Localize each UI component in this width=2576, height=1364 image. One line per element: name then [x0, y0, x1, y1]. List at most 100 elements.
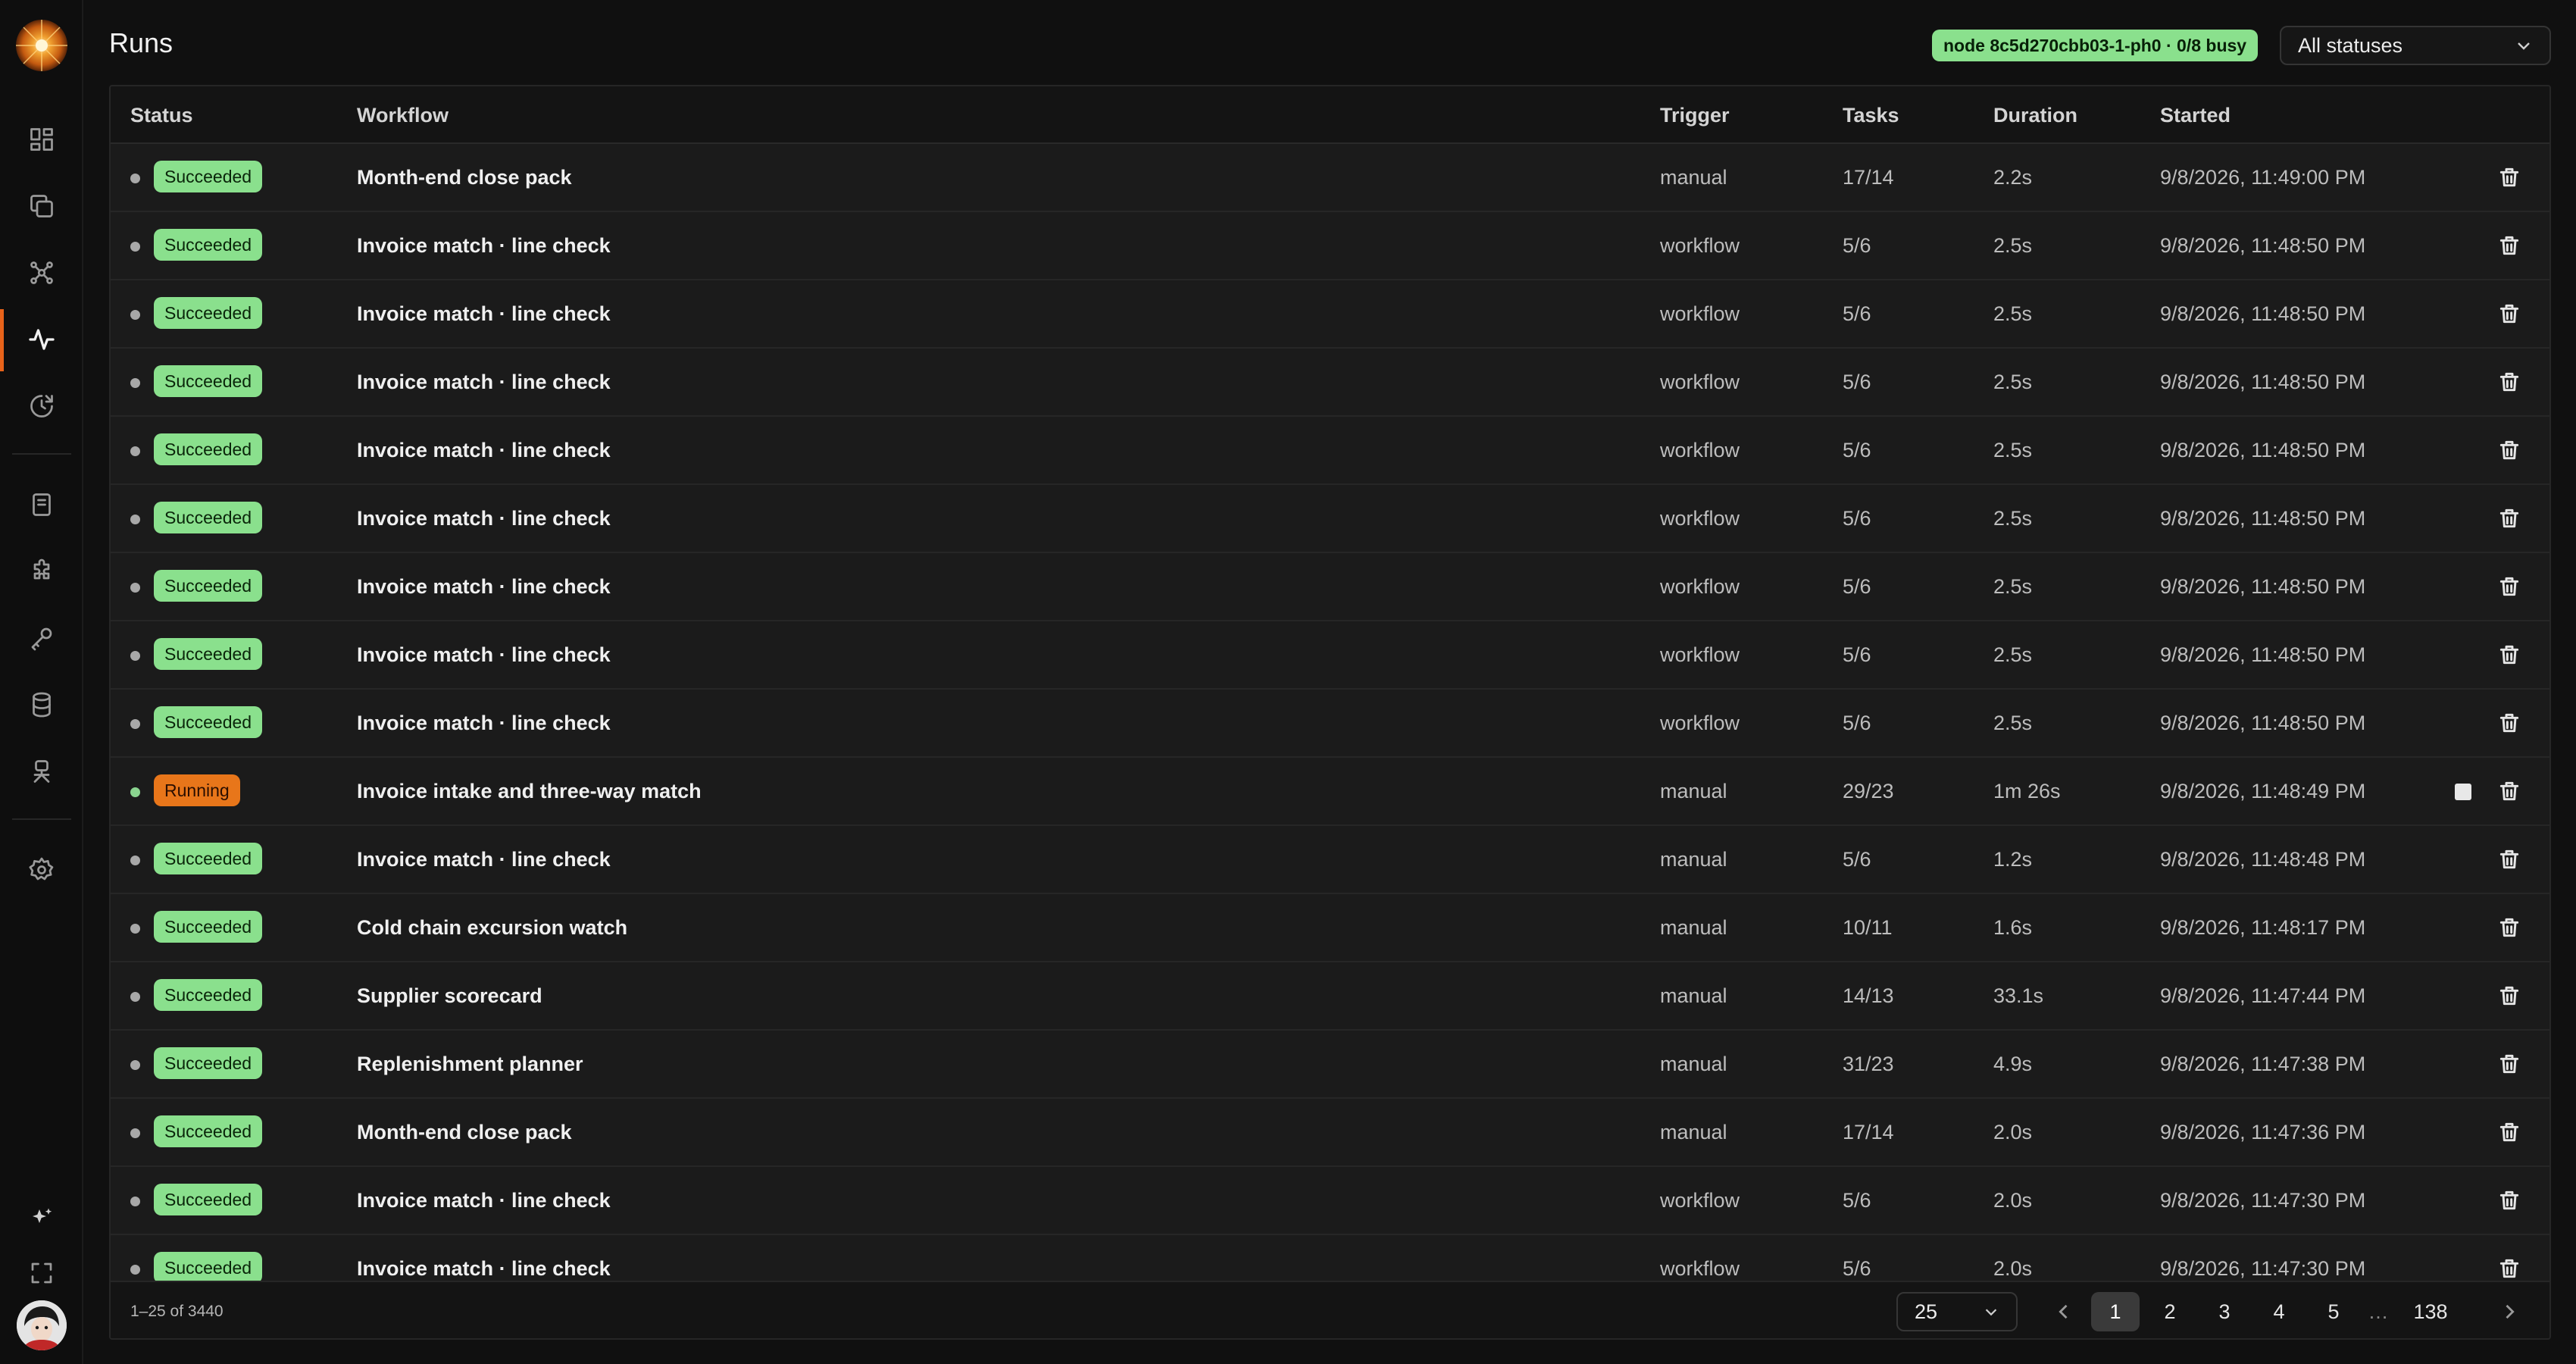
delete-run-button[interactable] [2497, 779, 2521, 803]
column-header-tasks[interactable]: Tasks [1843, 86, 1899, 144]
table-row[interactable]: Succeeded Cold chain excursion watch manua… [111, 894, 2549, 962]
next-page-button[interactable] [2499, 1301, 2520, 1322]
delete-run-button[interactable] [2497, 233, 2521, 258]
started-value: 9/8/2026, 11:47:36 PM [2160, 1121, 2366, 1143]
table-row[interactable]: Succeeded Invoice match · line check manua… [111, 826, 2549, 894]
nav-dashboard[interactable] [25, 123, 58, 156]
delete-run-button[interactable] [2497, 438, 2521, 462]
workflow-name[interactable]: Invoice match · line check [357, 1167, 611, 1234]
workflow-name[interactable]: Invoice match · line check [357, 485, 611, 552]
column-header-duration[interactable]: Duration [1993, 86, 2077, 144]
delete-run-button[interactable] [2497, 711, 2521, 735]
workflow-name[interactable]: Replenishment planner [357, 1031, 583, 1097]
trigger-value: manual [1660, 916, 1727, 939]
nav-runs[interactable] [25, 323, 58, 356]
status-dot [130, 856, 140, 865]
workflow-name[interactable]: Invoice match · line check [357, 212, 611, 279]
nav-agents[interactable] [25, 755, 58, 788]
stop-run-button[interactable] [2455, 784, 2471, 800]
delete-run-button[interactable] [2497, 643, 2521, 667]
page-button-last[interactable]: 138 [2400, 1292, 2461, 1331]
table-row[interactable]: Succeeded Invoice match · line check workf… [111, 417, 2549, 485]
started-value: 9/8/2026, 11:47:44 PM [2160, 984, 2366, 1007]
nav-docs[interactable] [25, 488, 58, 521]
delete-run-button[interactable] [2497, 915, 2521, 940]
delete-run-button[interactable] [2497, 302, 2521, 326]
started-value: 9/8/2026, 11:49:00 PM [2160, 166, 2366, 189]
nav-keys[interactable] [25, 621, 58, 655]
page-button-4[interactable]: 4 [2255, 1292, 2303, 1331]
workflow-name[interactable]: Month-end close pack [357, 144, 572, 211]
gear-icon [29, 857, 54, 881]
previous-page-button[interactable] [2053, 1301, 2074, 1322]
column-header-status[interactable]: Status [130, 86, 193, 144]
nav-data[interactable] [25, 688, 58, 721]
table-row[interactable]: Succeeded Invoice match · line check workf… [111, 485, 2549, 553]
page-size-select[interactable]: 25 [1896, 1292, 2018, 1331]
delete-run-button[interactable] [2497, 165, 2521, 189]
started-value: 9/8/2026, 11:48:50 PM [2160, 643, 2366, 666]
table-row[interactable]: Succeeded Supplier scorecard manual 14/13 33… [111, 962, 2549, 1031]
status-badge: Succeeded [154, 570, 263, 602]
delete-run-button[interactable] [2497, 847, 2521, 871]
network-icon [30, 261, 53, 284]
delete-run-button[interactable] [2497, 1188, 2521, 1212]
duration-value: 4.9s [1993, 1053, 2033, 1075]
workflow-name[interactable]: Invoice match · line check [357, 621, 611, 688]
table-row[interactable]: Succeeded Month-end close pack manual 17/14… [111, 1099, 2549, 1167]
status-filter-select[interactable]: All statuses [2280, 26, 2551, 65]
table-row[interactable]: Succeeded Invoice match · line check workf… [111, 1167, 2549, 1235]
workflow-name[interactable]: Invoice match · line check [357, 417, 611, 483]
page-button-3[interactable]: 3 [2200, 1292, 2249, 1331]
app-logo[interactable] [13, 17, 70, 74]
table-row[interactable]: Succeeded Invoice match · line check workf… [111, 690, 2549, 758]
table-row[interactable]: Succeeded Invoice match · line check workf… [111, 1235, 2549, 1281]
started-value: 9/8/2026, 11:48:50 PM [2160, 371, 2366, 393]
table-row[interactable]: Succeeded Invoice match · line check workf… [111, 212, 2549, 280]
nav-integrations[interactable] [25, 555, 58, 588]
status-dot [130, 1128, 140, 1138]
workflow-name[interactable]: Invoice match · line check [357, 690, 611, 756]
page-button-2[interactable]: 2 [2146, 1292, 2194, 1331]
table-row[interactable]: Succeeded Invoice match · line check workf… [111, 621, 2549, 690]
delete-run-button[interactable] [2497, 984, 2521, 1008]
column-header-workflow[interactable]: Workflow [357, 86, 449, 144]
workflow-name[interactable]: Invoice match · line check [357, 553, 611, 620]
delete-run-button[interactable] [2497, 574, 2521, 599]
column-header-started[interactable]: Started [2160, 86, 2231, 144]
nav-network[interactable] [25, 256, 58, 289]
workflow-name[interactable]: Invoice intake and three-way match [357, 758, 702, 824]
nav-schedules[interactable] [25, 389, 58, 423]
table-row[interactable]: Succeeded Invoice match · line check workf… [111, 280, 2549, 349]
nav-settings[interactable] [25, 853, 58, 887]
delete-run-button[interactable] [2497, 1256, 2521, 1281]
assistant-button[interactable] [25, 1202, 58, 1235]
table-row[interactable]: Succeeded Replenishment planner manual 31/2… [111, 1031, 2549, 1099]
workflow-name[interactable]: Cold chain excursion watch [357, 894, 627, 961]
page-button-1[interactable]: 1 [2091, 1292, 2140, 1331]
delete-run-button[interactable] [2497, 370, 2521, 394]
delete-run-button[interactable] [2497, 506, 2521, 530]
table-row[interactable]: Running Invoice intake and three-way matc… [111, 758, 2549, 826]
table-footer: 1–25 of 3440 25 1 2 3 4 5 … 138 [111, 1281, 2549, 1338]
chevron-down-icon [2518, 42, 2530, 50]
workflow-name[interactable]: Supplier scorecard [357, 962, 542, 1029]
nav-workflows[interactable] [25, 189, 58, 223]
table-row[interactable]: Succeeded Month-end close pack manual 17/14… [111, 144, 2549, 212]
delete-run-button[interactable] [2497, 1120, 2521, 1144]
column-header-trigger[interactable]: Trigger [1660, 86, 1730, 144]
workflow-name[interactable]: Month-end close pack [357, 1099, 572, 1165]
table-row[interactable]: Succeeded Invoice match · line check workf… [111, 553, 2549, 621]
page-button-5[interactable]: 5 [2309, 1292, 2358, 1331]
status-dot [130, 174, 140, 183]
table-row[interactable]: Succeeded Invoice match · line check workf… [111, 349, 2549, 417]
workflow-name[interactable]: Invoice match · line check [357, 826, 611, 893]
avatar[interactable] [17, 1300, 67, 1350]
fullscreen-button[interactable] [25, 1256, 58, 1290]
activity-icon [29, 329, 55, 350]
trigger-value: manual [1660, 1121, 1727, 1143]
delete-run-button[interactable] [2497, 1052, 2521, 1076]
workflow-name[interactable]: Invoice match · line check [357, 349, 611, 415]
workflow-name[interactable]: Invoice match · line check [357, 1235, 611, 1281]
workflow-name[interactable]: Invoice match · line check [357, 280, 611, 347]
